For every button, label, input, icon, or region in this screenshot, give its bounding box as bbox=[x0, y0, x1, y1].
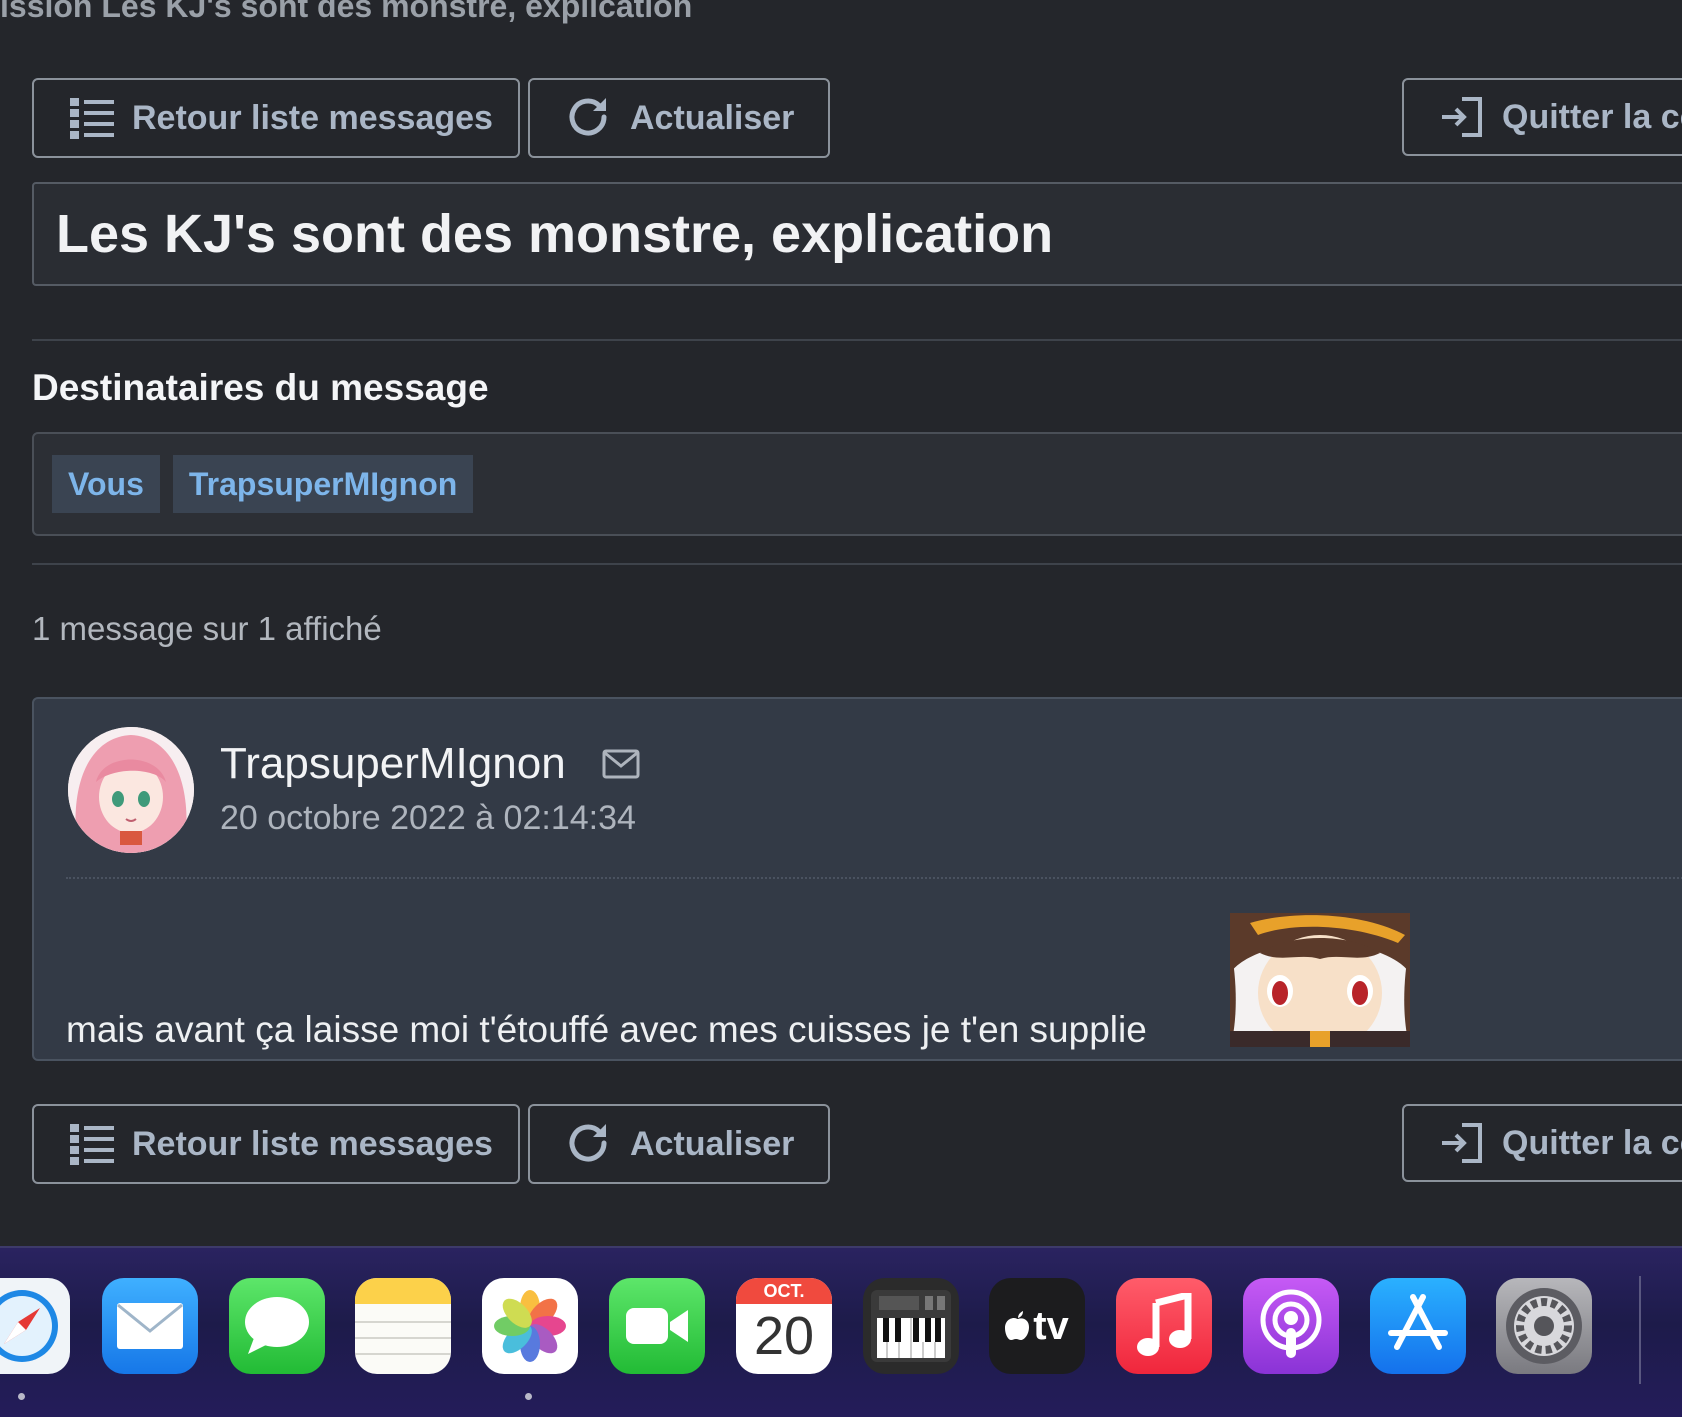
exit-icon bbox=[1440, 93, 1484, 141]
breadcrumb: ission Les KJ's sont des monstre, explic… bbox=[0, 0, 693, 24]
music-icon[interactable] bbox=[1116, 1278, 1212, 1374]
notes-icon[interactable] bbox=[355, 1278, 451, 1374]
refresh-button-bottom[interactable]: Actualiser bbox=[528, 1104, 830, 1184]
avatar[interactable] bbox=[68, 727, 194, 853]
system-preferences-icon[interactable] bbox=[1496, 1278, 1592, 1374]
refresh-icon bbox=[566, 94, 612, 142]
back-to-messages-label: Retour liste messages bbox=[132, 1124, 493, 1163]
apple-tv-icon[interactable]: tv bbox=[989, 1278, 1085, 1374]
mail-app-icon[interactable] bbox=[102, 1278, 198, 1374]
quit-conversation-button-bottom[interactable]: Quitter la co bbox=[1402, 1104, 1682, 1182]
back-to-messages-label: Retour liste messages bbox=[132, 98, 493, 137]
quit-conversation-button[interactable]: Quitter la co bbox=[1402, 78, 1682, 156]
app-store-icon[interactable] bbox=[1370, 1278, 1466, 1374]
recipient-tag[interactable]: TrapsuperMIgnon bbox=[172, 455, 474, 513]
safari-icon[interactable] bbox=[0, 1278, 70, 1374]
back-to-messages-button-bottom[interactable]: Retour liste messages bbox=[32, 1104, 520, 1184]
recipients-heading: Destinataires du message bbox=[32, 367, 489, 408]
recipient-tag[interactable]: Vous bbox=[52, 455, 160, 513]
calendar-day: 20 bbox=[753, 1306, 815, 1366]
back-to-messages-button[interactable]: Retour liste messages bbox=[32, 78, 520, 158]
calendar-icon[interactable]: OCT. 20 bbox=[736, 1278, 832, 1374]
refresh-button[interactable]: Actualiser bbox=[528, 78, 830, 158]
list-icon bbox=[70, 1120, 114, 1168]
recipients-box: Vous TrapsuperMIgnon bbox=[32, 432, 1682, 536]
divider bbox=[32, 563, 1682, 565]
message-count: 1 message sur 1 affiché bbox=[32, 610, 382, 647]
refresh-label: Actualiser bbox=[630, 1124, 795, 1163]
separator bbox=[66, 877, 1682, 879]
message-body: mais avant ça laisse moi t'étouffé avec … bbox=[66, 1009, 1147, 1050]
podcasts-icon[interactable] bbox=[1243, 1278, 1339, 1374]
divider bbox=[32, 339, 1682, 341]
refresh-label: Actualiser bbox=[630, 98, 795, 137]
refresh-icon bbox=[566, 1120, 612, 1168]
list-icon bbox=[70, 94, 114, 142]
running-indicator bbox=[525, 1393, 532, 1400]
mail-icon[interactable] bbox=[602, 749, 640, 784]
message-date: 20 octobre 2022 à 02:14:34 bbox=[220, 799, 636, 837]
message-card: TrapsuperMIgnon 20 octobre 2022 à 02:14:… bbox=[32, 697, 1682, 1061]
photos-icon[interactable] bbox=[482, 1278, 578, 1374]
calendar-month: OCT. bbox=[736, 1278, 832, 1304]
running-indicator bbox=[18, 1393, 25, 1400]
conversation-title: Les KJ's sont des monstre, explication bbox=[32, 182, 1682, 286]
dock-separator bbox=[1639, 1276, 1641, 1384]
sticker-image bbox=[1230, 913, 1410, 1047]
tv-label: tv bbox=[1033, 1303, 1069, 1348]
messages-icon[interactable] bbox=[229, 1278, 325, 1374]
exit-icon bbox=[1440, 1119, 1484, 1167]
piano-icon[interactable] bbox=[863, 1278, 959, 1374]
quit-conversation-label: Quitter la co bbox=[1502, 1123, 1682, 1162]
quit-conversation-label: Quitter la co bbox=[1502, 97, 1682, 136]
facetime-icon[interactable] bbox=[609, 1278, 705, 1374]
message-author[interactable]: TrapsuperMIgnon bbox=[220, 739, 566, 789]
